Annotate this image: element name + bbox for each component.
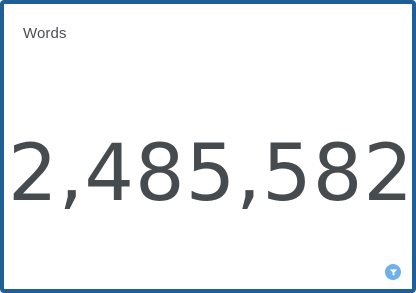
metric-card: Words 2,485,582 [8,8,414,285]
metric-title: Words [23,25,67,42]
filter-button[interactable] [385,264,401,280]
metric-value: 2,485,582 [8,129,414,219]
filter-icon [389,268,398,277]
widget-frame: Words 2,485,582 [0,0,416,293]
